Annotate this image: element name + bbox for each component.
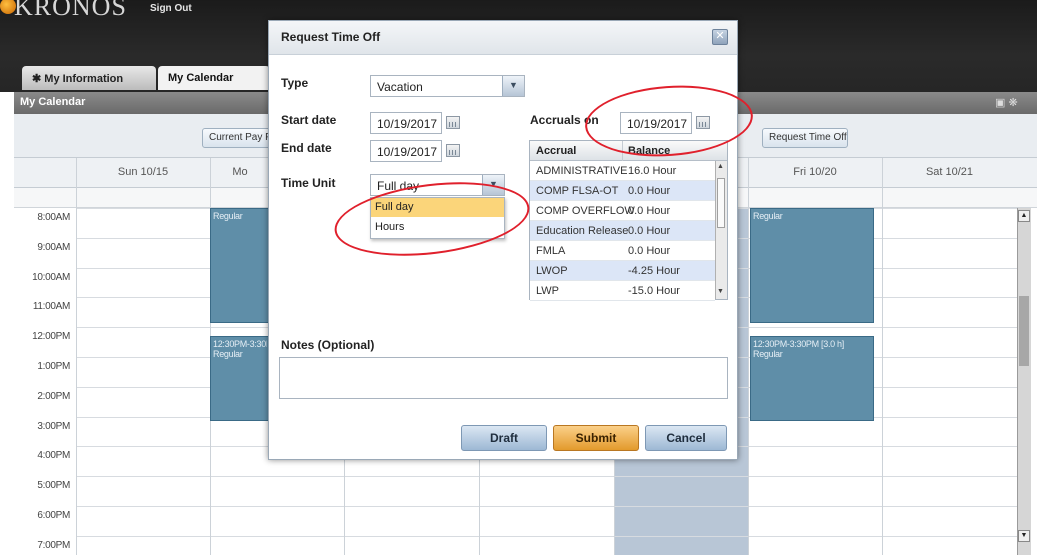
accrual-name: COMP FLSA-OT — [536, 185, 619, 197]
accrual-name: LWOP — [536, 265, 568, 277]
cancel-button[interactable]: Cancel — [645, 425, 727, 451]
scroll-up-icon[interactable]: ▲ — [1018, 210, 1030, 222]
event-time: 12:30PM-3:30P — [213, 339, 267, 349]
scrollbar-thumb[interactable] — [717, 178, 725, 228]
hour-gridline — [76, 476, 1017, 477]
calendar-icon[interactable] — [446, 144, 460, 157]
notes-label: Notes (Optional) — [281, 338, 375, 352]
time-label: 9:00AM — [37, 241, 70, 253]
time-label: 7:00PM — [37, 539, 70, 551]
chevron-down-icon[interactable]: ▼ — [502, 76, 524, 96]
calendar-event[interactable]: Regular — [750, 208, 874, 323]
type-label: Type — [281, 76, 309, 90]
scroll-down-icon[interactable]: ▼ — [717, 288, 724, 295]
submit-button[interactable]: Submit — [553, 425, 639, 451]
grid-divider — [882, 158, 883, 555]
time-unit-label: Time Unit — [281, 176, 336, 190]
column-header-accrual[interactable]: Accrual — [536, 145, 576, 157]
calendar-event[interactable]: Regular — [210, 208, 270, 323]
scrollbar-thumb[interactable] — [1019, 296, 1029, 366]
accrual-name: ADMINISTRATIVE — [536, 165, 628, 177]
time-label: 10:00AM — [32, 271, 70, 283]
accrual-name: Education Release — [536, 225, 629, 237]
accrual-balance: 0.0 Hour — [628, 245, 671, 257]
request-time-off-button[interactable]: Request Time Off — [762, 128, 848, 148]
time-label: 8:00AM — [37, 212, 70, 223]
draft-button[interactable]: Draft — [461, 425, 547, 451]
end-date-label: End date — [281, 141, 332, 155]
day-header-mon: Mo — [232, 166, 248, 178]
time-label: 5:00PM — [37, 480, 70, 492]
start-date-input[interactable]: 10/19/2017 — [370, 112, 442, 134]
time-label: 11:00AM — [32, 301, 70, 313]
calendar-scrollbar[interactable] — [1017, 208, 1031, 555]
grid-divider — [748, 158, 749, 555]
time-label: 12:00PM — [32, 331, 70, 343]
event-time: 12:30PM-3:30PM [3.0 h] — [753, 339, 844, 349]
app-logo: KRONOS — [14, 0, 127, 21]
hour-gridline — [76, 536, 1017, 537]
day-header-sat: Sat 10/21 — [925, 166, 974, 178]
accrual-name: COMP OVERFLOW — [536, 205, 635, 217]
start-date-label: Start date — [281, 113, 337, 127]
accrual-balance: 0.0 Hour — [628, 205, 671, 217]
accrual-balance: 16.0 Hour — [628, 165, 677, 177]
day-header-sun: Sun 10/15 — [117, 166, 169, 178]
time-label: 4:00PM — [37, 450, 70, 462]
time-label: 2:00PM — [37, 390, 70, 402]
hour-gridline — [76, 506, 1017, 507]
calendar-event[interactable]: 12:30PM-3:30PM [3.0 h] Regular — [750, 336, 874, 421]
close-icon[interactable]: ✕ — [712, 29, 728, 45]
event-type: Regular — [753, 349, 783, 359]
tab-label: My Information — [44, 73, 124, 85]
event-type: Regular — [213, 349, 243, 359]
notes-textarea[interactable] — [279, 357, 728, 399]
home-icon: ✱ — [32, 73, 45, 85]
day-header-fri: Fri 10/20 — [793, 166, 837, 178]
scroll-down-icon[interactable]: ▼ — [1018, 530, 1030, 542]
scroll-up-icon[interactable]: ▲ — [717, 163, 724, 170]
end-date-input[interactable]: 10/19/2017 — [370, 140, 442, 162]
tab-my-calendar[interactable]: My Calendar — [158, 66, 270, 90]
tab-my-information[interactable]: ✱ My Information — [22, 66, 156, 90]
event-type: Regular — [213, 211, 243, 221]
accrual-balance: -15.0 Hour — [628, 285, 680, 297]
accrual-name: FMLA — [536, 245, 566, 257]
type-value: Vacation — [377, 80, 423, 94]
time-label: 3:00PM — [37, 420, 70, 432]
accrual-balance: 0.0 Hour — [628, 225, 671, 237]
window-controls-icon[interactable]: ▣ ❋ — [995, 96, 1031, 110]
time-label: 6:00PM — [37, 510, 70, 521]
accrual-name: LWP — [536, 285, 560, 297]
dialog-title: Request Time Off — [281, 30, 381, 44]
calendar-event[interactable]: 12:30PM-3:30P Regular — [210, 336, 270, 421]
calendar-icon[interactable] — [446, 116, 460, 129]
accrual-balance: -4.25 Hour — [628, 265, 680, 277]
time-label: 1:00PM — [37, 361, 70, 372]
event-type: Regular — [753, 211, 783, 221]
grid-divider — [76, 158, 77, 555]
accrual-balance: 0.0 Hour — [628, 185, 671, 197]
sign-out-link[interactable]: Sign Out — [150, 3, 192, 14]
